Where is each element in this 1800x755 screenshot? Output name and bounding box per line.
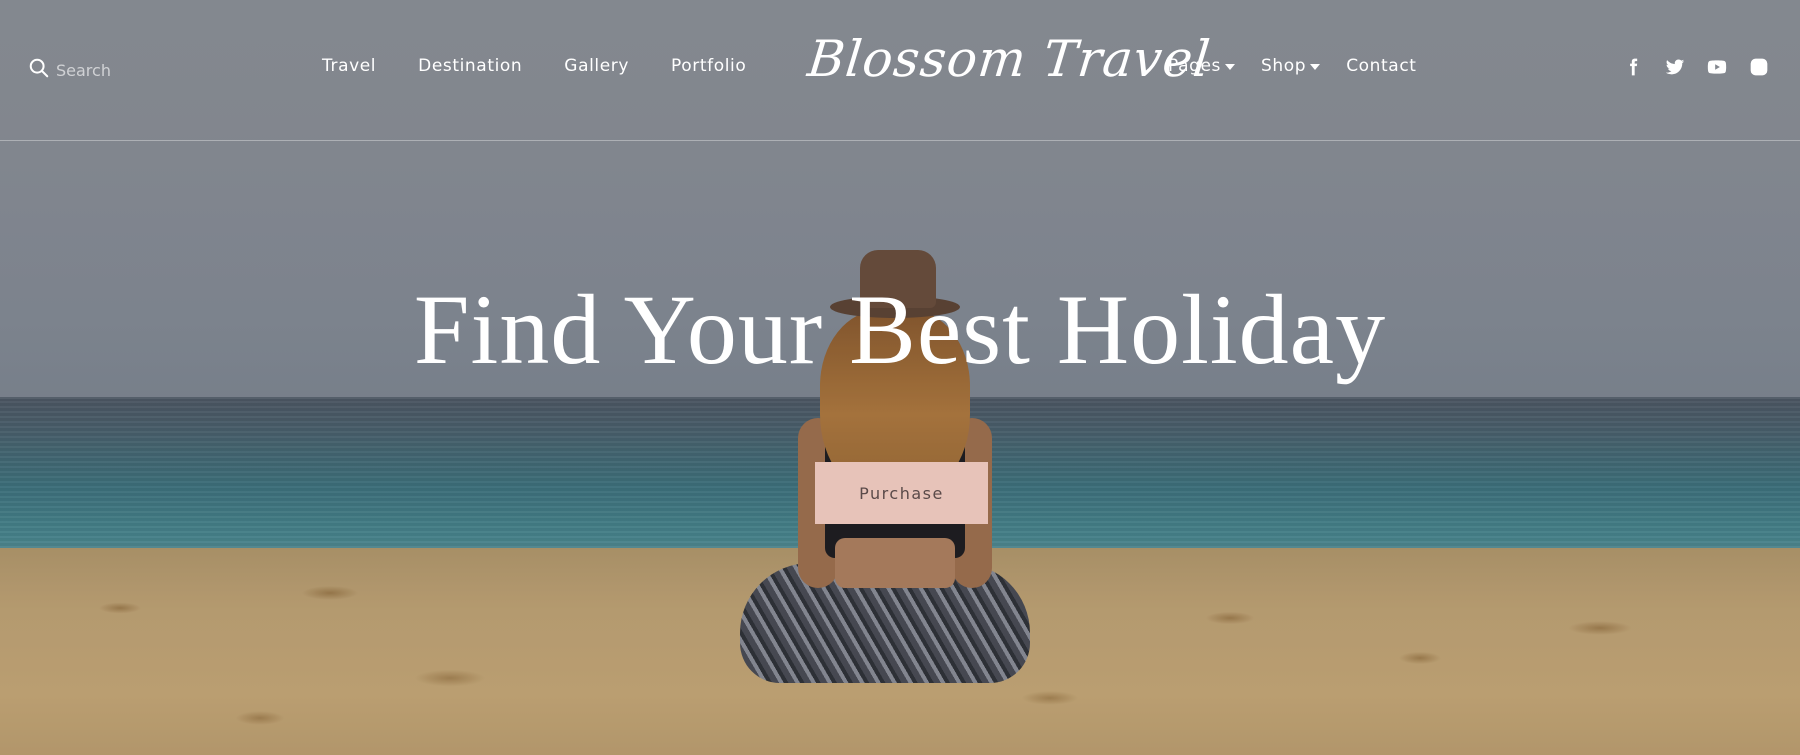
facebook-icon[interactable] [1622, 56, 1644, 78]
caret-down-icon [1225, 64, 1236, 70]
purchase-button[interactable]: Purchase [815, 462, 988, 524]
nav-item-travel[interactable]: Travel [322, 56, 376, 76]
instagram-icon[interactable] [1748, 56, 1770, 78]
search-icon[interactable] [28, 57, 50, 84]
youtube-icon[interactable] [1706, 56, 1728, 78]
nav-item-gallery[interactable]: Gallery [564, 56, 629, 76]
primary-nav-right: Pages Shop Contact [1168, 56, 1417, 76]
nav-item-shop[interactable]: Shop [1261, 56, 1321, 76]
nav-item-contact[interactable]: Contact [1346, 56, 1416, 76]
social-links [1622, 56, 1770, 78]
nav-item-portfolio[interactable]: Portfolio [671, 56, 746, 76]
hero-headline: Find Your Best Holiday [413, 274, 1387, 385]
nav-item-shop-label: Shop [1261, 56, 1307, 76]
site-logo[interactable]: Blossom Travel [805, 30, 1214, 88]
search-input[interactable] [56, 61, 166, 80]
nav-item-pages-label: Pages [1168, 56, 1222, 76]
site-header: Travel Destination Gallery Portfolio Blo… [0, 0, 1800, 141]
nav-item-destination[interactable]: Destination [418, 56, 522, 76]
search-box[interactable] [28, 57, 166, 84]
caret-down-icon [1310, 64, 1321, 70]
nav-item-pages[interactable]: Pages [1168, 56, 1236, 76]
primary-nav-left: Travel Destination Gallery Portfolio [322, 56, 746, 76]
twitter-icon[interactable] [1664, 56, 1686, 78]
